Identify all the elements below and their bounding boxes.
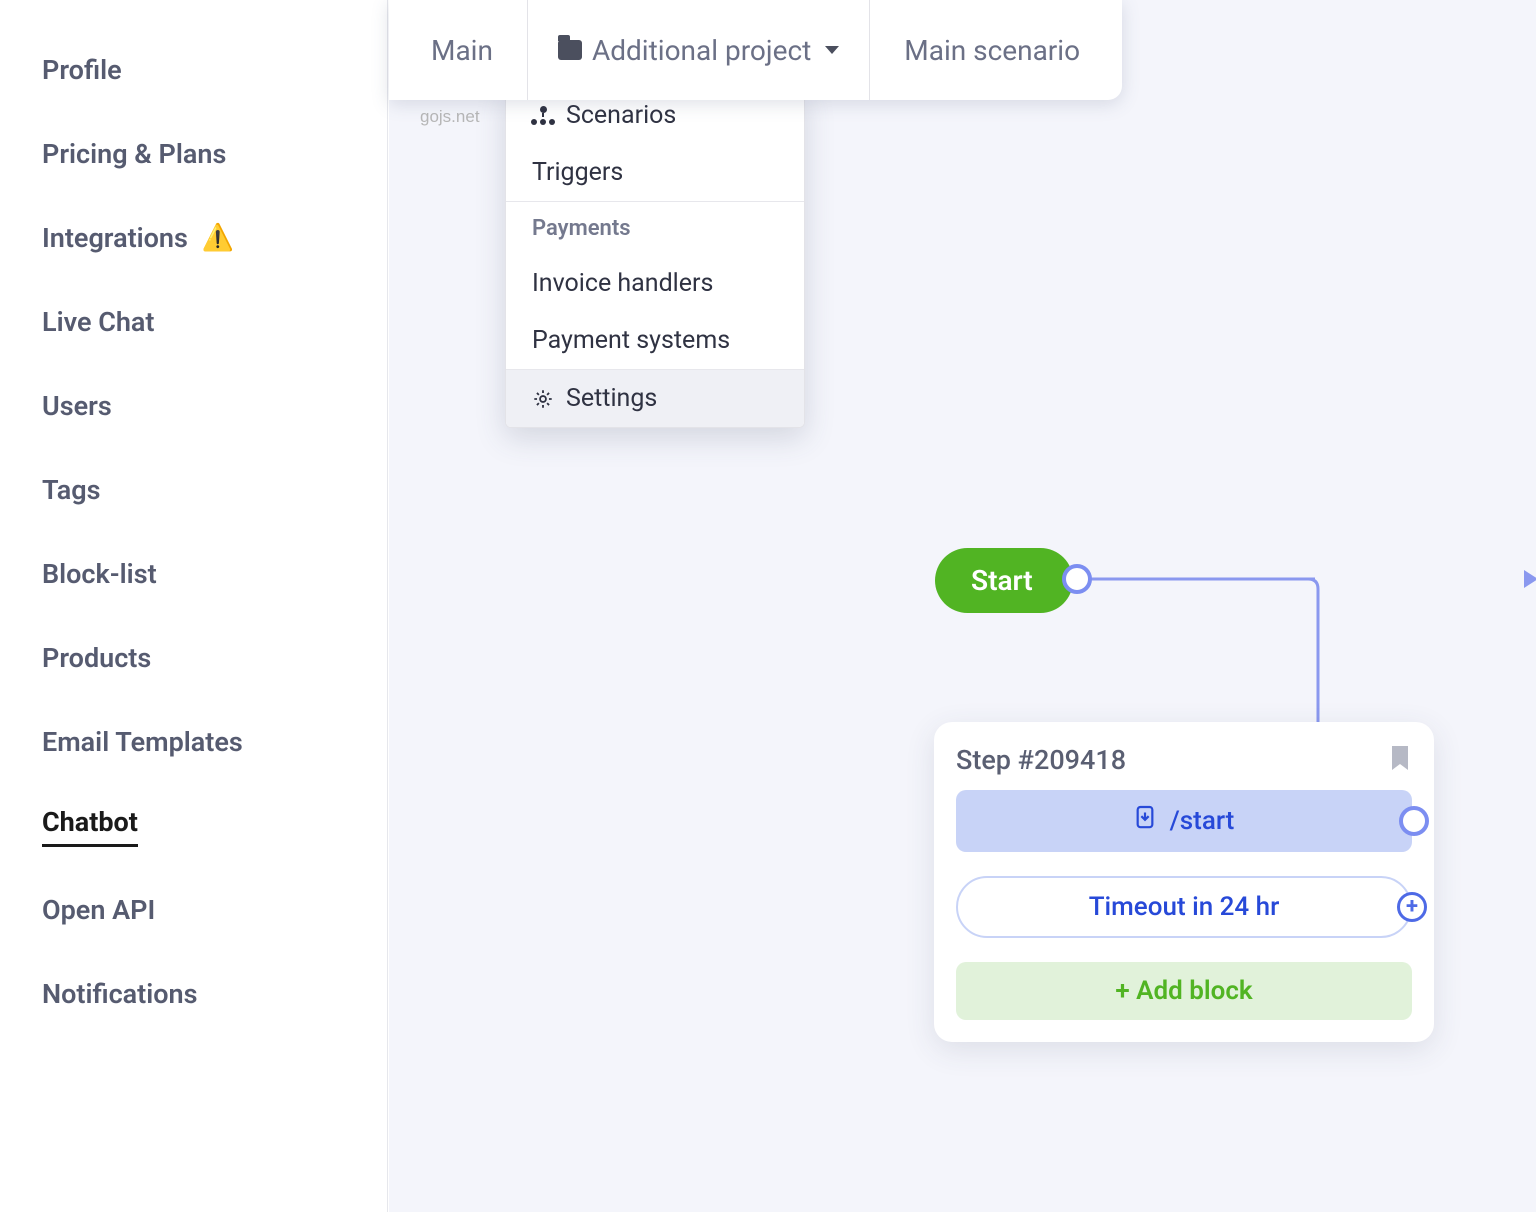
dropdown-label: Settings xyxy=(566,384,657,413)
gear-icon xyxy=(532,388,554,410)
warning-icon: ⚠️ xyxy=(202,225,234,251)
sidebar-item-products[interactable]: Products xyxy=(0,616,387,700)
sidebar-item-label: Notifications xyxy=(42,978,198,1010)
sidebar-item-tags[interactable]: Tags xyxy=(0,448,387,532)
tab-label: Additional project xyxy=(592,34,811,67)
tab-scenario[interactable]: Main scenario xyxy=(898,0,1086,100)
dropdown-item-invoice-handlers[interactable]: Invoice handlers xyxy=(506,255,804,312)
tab-main[interactable]: Main xyxy=(425,0,499,100)
project-dropdown-menu: Scenarios Triggers Payments Invoice hand… xyxy=(505,86,805,428)
step-card[interactable]: Step #209418 /start Timeout in 24 hr + +… xyxy=(934,722,1434,1042)
sidebar-item-label: Open API xyxy=(42,894,155,926)
dropdown-header-payments: Payments xyxy=(506,202,804,255)
sidebar-item-label: Email Templates xyxy=(42,726,243,758)
sidebar-item-chatbot[interactable]: Chatbot xyxy=(0,784,387,868)
sidebar-item-live-chat[interactable]: Live Chat xyxy=(0,280,387,364)
sidebar-item-label: Profile xyxy=(42,54,122,86)
sidebar-item-label: Live Chat xyxy=(42,306,155,338)
dropdown-item-triggers[interactable]: Triggers xyxy=(506,144,804,201)
dropdown-item-settings[interactable]: Settings xyxy=(506,370,804,427)
step-row-start-command[interactable]: /start xyxy=(956,790,1412,852)
tab-label: Main xyxy=(431,34,493,67)
sidebar-item-block-list[interactable]: Block-list xyxy=(0,532,387,616)
dropdown-label: Payment systems xyxy=(532,326,730,355)
step-header: Step #209418 xyxy=(956,744,1412,776)
timeout-label: Timeout in 24 hr xyxy=(1089,892,1280,922)
sidebar-item-label: Chatbot xyxy=(42,806,138,847)
dropdown-label: Triggers xyxy=(532,158,623,187)
sidebar-item-users[interactable]: Users xyxy=(0,364,387,448)
dropdown-item-payment-systems[interactable]: Payment systems xyxy=(506,312,804,369)
start-node[interactable]: Start xyxy=(935,548,1073,613)
step-title: Step #209418 xyxy=(956,744,1126,776)
folder-icon xyxy=(558,40,582,60)
sidebar-item-open-api[interactable]: Open API xyxy=(0,868,387,952)
dropdown-label: Invoice handlers xyxy=(532,269,713,298)
tab-label: Main scenario xyxy=(904,34,1080,67)
sidebar-item-profile[interactable]: Profile xyxy=(0,28,387,112)
dropdown-label: Scenarios xyxy=(566,101,676,130)
sidebar: Profile Pricing & Plans Integrations ⚠️ … xyxy=(0,0,388,1212)
sidebar-item-label: Users xyxy=(42,390,112,422)
arrowhead-icon xyxy=(1524,570,1536,588)
step-row-timeout[interactable]: Timeout in 24 hr + xyxy=(956,876,1412,938)
breadcrumb-tabs: Main Additional project Main scenario xyxy=(389,0,1122,100)
sidebar-item-integrations[interactable]: Integrations ⚠️ xyxy=(0,196,387,280)
sidebar-item-label: Products xyxy=(42,642,151,674)
bookmark-icon[interactable] xyxy=(1388,744,1412,776)
sidebar-item-notifications[interactable]: Notifications xyxy=(0,952,387,1036)
start-command-label: /start xyxy=(1170,806,1235,836)
tab-project-dropdown[interactable]: Additional project xyxy=(527,0,870,100)
chevron-down-icon xyxy=(825,46,839,54)
sidebar-item-label: Integrations xyxy=(42,222,188,254)
sitemap-icon xyxy=(532,106,554,125)
dropdown-label: Payments xyxy=(532,216,631,241)
sidebar-item-label: Pricing & Plans xyxy=(42,138,226,170)
sidebar-item-label: Block-list xyxy=(42,558,157,590)
sidebar-item-label: Tags xyxy=(42,474,100,506)
start-node-label: Start xyxy=(971,564,1033,597)
sidebar-item-pricing-plans[interactable]: Pricing & Plans xyxy=(0,112,387,196)
sidebar-item-email-templates[interactable]: Email Templates xyxy=(0,700,387,784)
incoming-message-icon xyxy=(1134,805,1156,838)
connector-port[interactable] xyxy=(1399,806,1429,836)
add-connector-port[interactable]: + xyxy=(1397,892,1427,922)
start-node-port[interactable] xyxy=(1062,564,1092,594)
watermark: gojs.net xyxy=(420,107,480,127)
add-block-button[interactable]: + Add block xyxy=(956,962,1412,1020)
canvas-area: gojs.net Main Additional project Main sc… xyxy=(389,0,1536,1212)
add-block-label: + Add block xyxy=(1115,976,1252,1006)
